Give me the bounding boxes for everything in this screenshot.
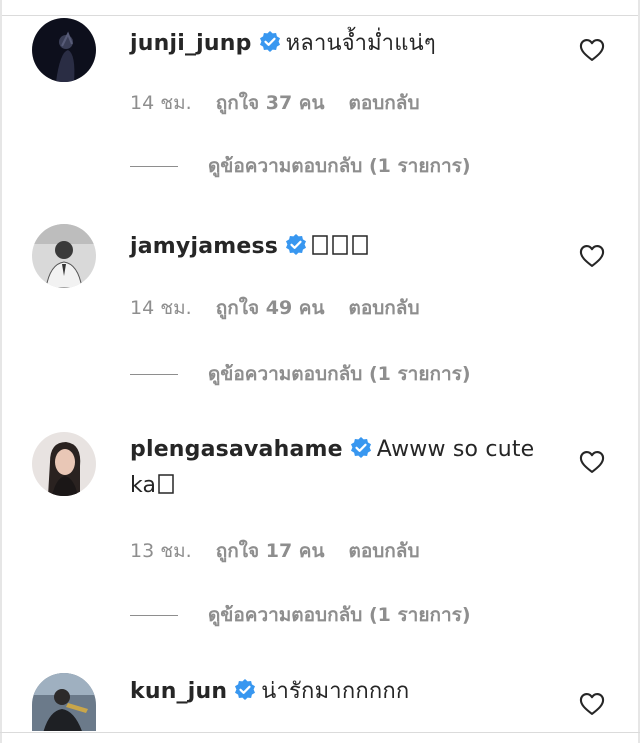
view-replies-label: ดูข้อความตอบกลับ (1 รายการ): [208, 604, 471, 626]
comment-time[interactable]: 14 ชม.: [130, 297, 192, 319]
verified-badge-icon: [350, 437, 371, 458]
comment-body: kun_jun น่ารักมากกกกก: [130, 674, 560, 710]
comment-meta: 13 ชม. ถูกใจ 17 คน ตอบกลับ: [130, 536, 444, 566]
comment-time[interactable]: 13 ชม.: [130, 540, 192, 562]
bottom-divider: [0, 732, 640, 733]
comment-username[interactable]: jamyjamess: [130, 234, 278, 259]
view-replies-label: ดูข้อความตอบกลับ (1 รายการ): [208, 363, 471, 385]
heart-outline-icon[interactable]: [578, 36, 606, 64]
comment-likes[interactable]: ถูกใจ 49 คน: [216, 297, 325, 319]
reply-button[interactable]: ตอบกลับ: [348, 540, 419, 562]
verified-badge-icon: [235, 679, 256, 700]
view-replies-button[interactable]: ดูข้อความตอบกลับ (1 รายการ): [130, 359, 471, 389]
comment-username[interactable]: kun_jun: [130, 679, 227, 704]
comment-text: หลานจ้ำม่ำแน่ๆ: [285, 31, 436, 56]
top-divider: [0, 15, 640, 16]
heart-outline-icon[interactable]: [578, 242, 606, 270]
verified-badge-icon: [286, 234, 307, 255]
avatar-image: [32, 224, 96, 288]
comment-username[interactable]: plengasavahame: [130, 437, 343, 462]
comment-likes[interactable]: ถูกใจ 37 คน: [216, 92, 325, 114]
emoji-placeholder-icon: [312, 235, 368, 255]
comment-text: น่ารักมากกกกก: [261, 679, 410, 704]
comment-likes[interactable]: ถูกใจ 17 คน: [216, 540, 325, 562]
comment-meta: 14 ชม. ถูกใจ 37 คน ตอบกลับ: [130, 88, 444, 118]
heart-outline-icon[interactable]: [578, 690, 606, 718]
comment-body: jamyjamess: [130, 229, 560, 265]
view-replies-label: ดูข้อความตอบกลับ (1 รายการ): [208, 155, 471, 177]
avatar-image: [32, 673, 96, 731]
verified-badge-icon: [259, 31, 280, 52]
reply-button[interactable]: ตอบกลับ: [348, 297, 419, 319]
view-replies-button[interactable]: ดูข้อความตอบกลับ (1 รายการ): [130, 151, 471, 181]
avatar[interactable]: [32, 224, 96, 288]
replies-divider: [130, 615, 178, 616]
avatar[interactable]: [32, 432, 96, 496]
comment-time[interactable]: 14 ชม.: [130, 92, 192, 114]
avatar[interactable]: [32, 673, 96, 731]
comment-body: junji_junp หลานจ้ำม่ำแน่ๆ: [130, 26, 560, 62]
left-border: [0, 0, 2, 743]
comment-username[interactable]: junji_junp: [130, 31, 252, 56]
view-replies-button[interactable]: ดูข้อความตอบกลับ (1 รายการ): [130, 600, 471, 630]
avatar-image: [32, 432, 96, 496]
comment-meta: 14 ชม. ถูกใจ 49 คน ตอบกลับ: [130, 293, 444, 323]
reply-button[interactable]: ตอบกลับ: [348, 92, 419, 114]
replies-divider: [130, 166, 178, 167]
comment-body: plengasavahame Awww so cute ka: [130, 432, 560, 504]
replies-divider: [130, 374, 178, 375]
avatar-image: [32, 18, 96, 82]
emoji-placeholder-icon: [158, 474, 174, 494]
avatar[interactable]: [32, 18, 96, 82]
heart-outline-icon[interactable]: [578, 448, 606, 476]
